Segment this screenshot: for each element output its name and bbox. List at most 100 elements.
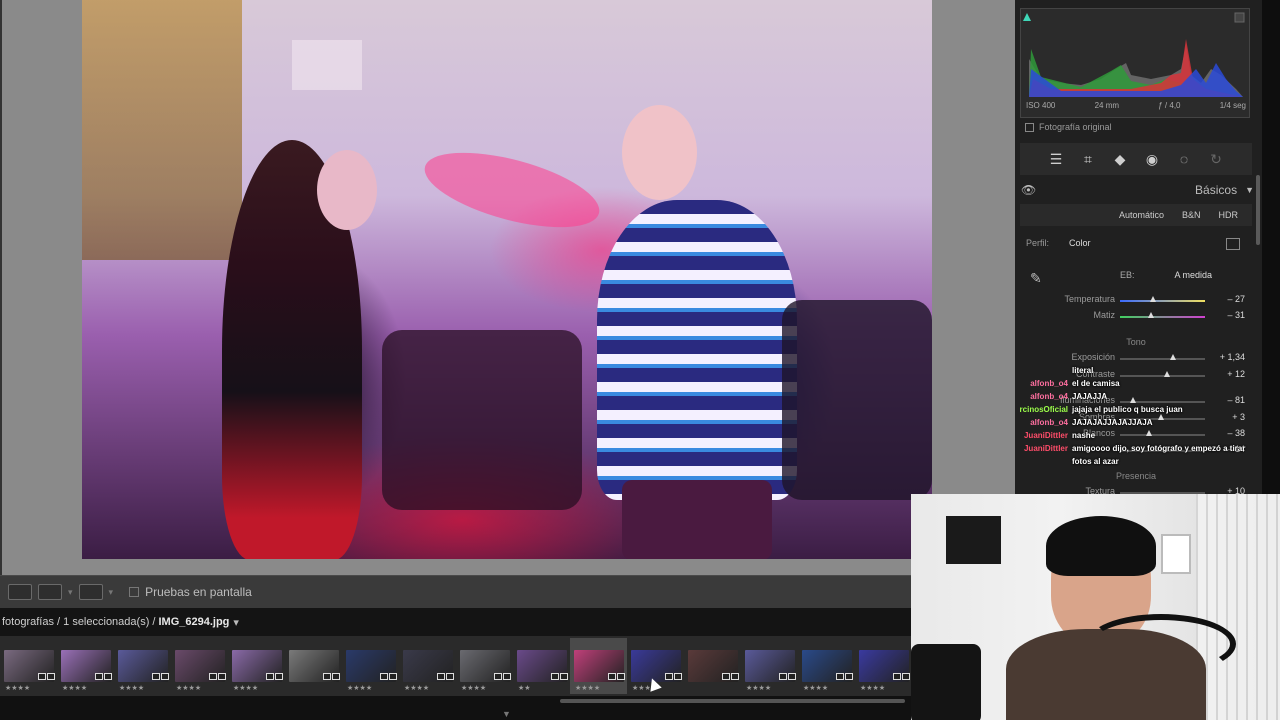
filmstrip-thumb[interactable]: ★★ — [513, 638, 570, 694]
thumb-rating[interactable]: ★★★★ — [456, 684, 486, 692]
filmstrip-thumb[interactable]: ★★★★ — [228, 638, 285, 694]
thumb-rating[interactable]: ★★★★ — [741, 684, 771, 692]
filmstrip-scroll-thumb[interactable] — [560, 699, 905, 703]
panel-scrollbar[interactable] — [1256, 175, 1260, 245]
eraser-icon[interactable]: ◆ — [1110, 151, 1130, 168]
eb-select[interactable]: A medida — [1175, 270, 1213, 280]
thumb-image[interactable] — [117, 650, 168, 682]
auto-button[interactable]: Automático — [1119, 210, 1164, 220]
crop-badge-icon — [332, 673, 340, 680]
thumb-image[interactable] — [459, 650, 510, 682]
shutter-value: 1/4 seg — [1219, 101, 1246, 110]
filmstrip-thumb[interactable]: ★★★★ — [798, 638, 855, 694]
chevron-down-icon[interactable]: ▼ — [502, 709, 511, 719]
thumb-image[interactable] — [174, 650, 225, 682]
original-photo-toggle[interactable]: Fotografía original — [1025, 122, 1112, 132]
filmstrip-thumb[interactable]: ★★★★ — [57, 638, 114, 694]
crop-badge-icon — [674, 673, 682, 680]
mask-icon[interactable]: ◌ — [1174, 151, 1194, 167]
webcam-feed — [911, 494, 1280, 720]
filmstrip-thumb[interactable]: ★★★★ — [114, 638, 171, 694]
chat-username: JuaniDittler — [1023, 431, 1068, 440]
filmstrip-thumb[interactable] — [285, 638, 342, 694]
edited-badge-icon — [38, 673, 46, 680]
crop-icon[interactable]: ⌗ — [1078, 151, 1098, 168]
thumb-rating[interactable]: ★★★★ — [855, 684, 885, 692]
original-checkbox[interactable] — [1025, 122, 1034, 132]
filmstrip-thumb[interactable]: ★★★★ — [855, 638, 912, 694]
thumb-image[interactable] — [288, 650, 339, 682]
filmstrip-thumb[interactable]: ★★★★ — [171, 638, 228, 694]
crop-badge-icon — [47, 673, 55, 680]
chat-text: JAJAJAJJAJAJJAJA — [1072, 418, 1153, 427]
thumb-rating[interactable]: ★★ — [513, 684, 531, 692]
temperature-slider[interactable]: Temperatura – 27 — [1030, 294, 1245, 308]
thumb-image[interactable] — [687, 650, 738, 682]
exposure-knob[interactable] — [1170, 354, 1176, 360]
thumb-image[interactable] — [231, 650, 282, 682]
filmstrip-thumb[interactable]: ★★★★ — [570, 638, 627, 694]
sliders-icon[interactable]: ☰ — [1046, 151, 1066, 168]
thumb-image[interactable] — [858, 650, 909, 682]
tool-strip: ☰ ⌗ ◆ ◉ ◌ ↻ — [1020, 143, 1252, 175]
texture-slider[interactable]: Textura + 10 — [1030, 486, 1245, 494]
thumb-rating[interactable]: ★★★★ — [0, 684, 30, 692]
temperature-value[interactable]: – 27 — [1227, 294, 1245, 304]
thumb-image[interactable] — [801, 650, 852, 682]
crop-badge-icon — [161, 673, 169, 680]
thumb-rating[interactable]: ★★★★ — [342, 684, 372, 692]
thumb-image[interactable] — [516, 650, 567, 682]
main-photo[interactable] — [82, 0, 932, 559]
profile-select[interactable]: Color — [1069, 238, 1091, 248]
filmstrip-thumb[interactable] — [684, 638, 741, 694]
temperature-knob[interactable] — [1150, 296, 1156, 302]
thumb-rating[interactable]: ★★★★ — [399, 684, 429, 692]
thumb-image[interactable] — [3, 650, 54, 682]
texture-value[interactable]: + 10 — [1227, 486, 1245, 494]
thumb-rating[interactable]: ★★★★ — [570, 684, 600, 692]
crop-badge-icon — [275, 673, 283, 680]
exposure-value[interactable]: + 1,34 — [1220, 352, 1245, 362]
thumb-rating[interactable]: ★★★★ — [798, 684, 828, 692]
hdr-button[interactable]: HDR — [1219, 210, 1239, 220]
profile-label: Perfil: — [1026, 238, 1050, 248]
chevron-down-icon[interactable]: ▼ — [1245, 185, 1254, 195]
tint-knob[interactable] — [1148, 312, 1154, 318]
filmstrip-thumb[interactable]: ★★★★ — [399, 638, 456, 694]
thumb-rating[interactable]: ★★★★ — [114, 684, 144, 692]
thumb-image[interactable] — [402, 650, 453, 682]
exposure-label: Exposición — [1071, 352, 1115, 362]
filmstrip-thumb[interactable]: ★★★★ — [342, 638, 399, 694]
filename-dropdown-icon[interactable]: ▾ — [233, 616, 239, 629]
filmstrip-thumb[interactable]: ★★★★ — [456, 638, 513, 694]
thumb-rating[interactable]: ★★★★ — [57, 684, 87, 692]
bw-button[interactable]: B&N — [1182, 210, 1201, 220]
chevron-down-icon[interactable]: ▾ — [109, 587, 114, 598]
redeye-icon[interactable]: ◉ — [1142, 151, 1162, 168]
before-after-button[interactable] — [78, 584, 103, 600]
thumb-image[interactable] — [345, 650, 396, 682]
thumb-image[interactable] — [60, 650, 111, 682]
histogram-meta: ISO 400 24 mm ƒ / 4,0 1/4 seg — [1026, 101, 1246, 110]
tint-slider[interactable]: Matiz – 31 — [1030, 310, 1245, 324]
thumb-image[interactable] — [744, 650, 795, 682]
compare-view-button[interactable] — [38, 584, 62, 600]
thumb-rating[interactable]: ★★★★ — [228, 684, 258, 692]
filmstrip-header: fotografías / 1 seleccionada(s) / IMG_62… — [0, 608, 912, 636]
chevron-down-icon[interactable]: ▾ — [68, 587, 73, 598]
crop-badge-icon — [845, 673, 853, 680]
thumb-rating[interactable]: ★★★★ — [171, 684, 201, 692]
proof-checkbox[interactable] — [129, 587, 140, 597]
filmstrip-thumb[interactable]: ★★★★ — [0, 638, 57, 694]
basics-header[interactable]: 👁 Básicos ▼ — [1018, 180, 1254, 200]
profile-browser-icon[interactable] — [1226, 238, 1240, 250]
eye-icon[interactable]: 👁 — [1021, 183, 1036, 197]
filmstrip-path: fotografías / 1 seleccionada(s) / — [2, 616, 156, 628]
presets-icon[interactable]: ↻ — [1206, 151, 1226, 168]
filmstrip-thumb[interactable]: ★★★★ — [741, 638, 798, 694]
white-balance-picker-icon[interactable]: ✎ — [1030, 270, 1042, 287]
tint-value[interactable]: – 31 — [1227, 310, 1245, 320]
loupe-view-button[interactable] — [8, 584, 32, 600]
thumb-image[interactable] — [573, 650, 624, 682]
filmstrip-scrollbar[interactable]: ▼ — [0, 696, 912, 720]
